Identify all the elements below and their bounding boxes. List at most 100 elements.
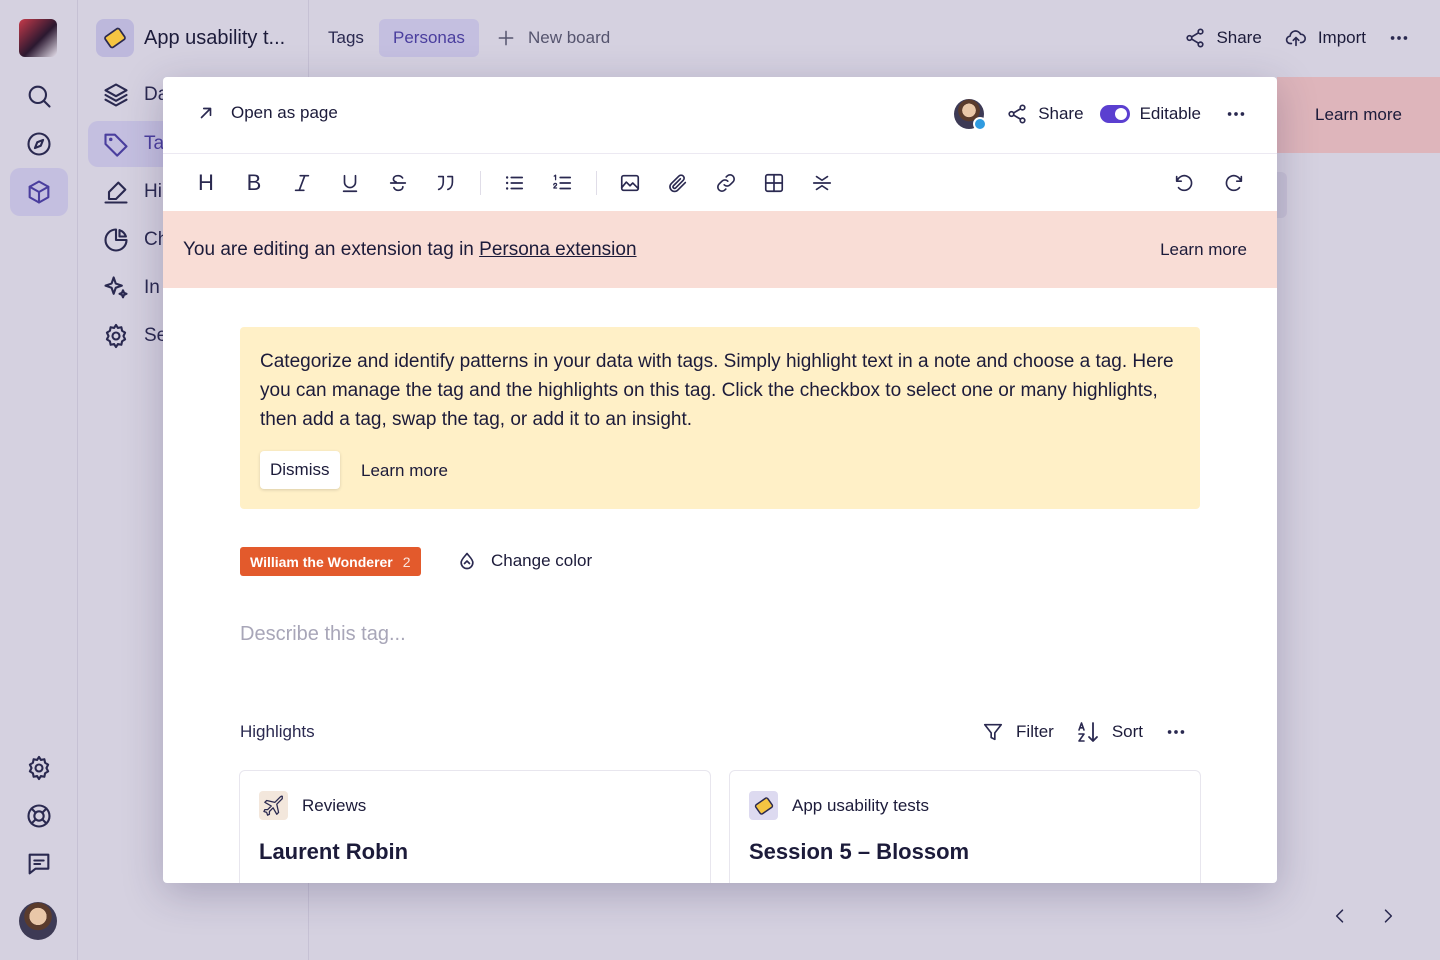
image-icon — [620, 174, 640, 192]
highlight-card[interactable]: Reviews Laurent Robin — [239, 770, 711, 883]
heading-button[interactable]: H — [192, 169, 220, 197]
extension-banner: You are editing an extension tag in Pers… — [163, 211, 1277, 288]
paperclip-icon — [669, 174, 687, 193]
share-icon — [1186, 28, 1205, 48]
user-avatar[interactable] — [19, 902, 57, 940]
attachment-button[interactable] — [664, 169, 692, 197]
link-button[interactable] — [712, 169, 740, 197]
extension-learn-more-link[interactable]: Learn more — [1160, 240, 1247, 260]
layers-icon — [104, 83, 128, 107]
compass-icon — [27, 132, 51, 156]
toolbar-divider — [480, 171, 481, 195]
tag-icon — [104, 133, 128, 157]
new-board-button[interactable]: New board — [496, 19, 610, 57]
share-button[interactable]: Share — [1184, 27, 1262, 49]
extension-banner-text: You are editing an extension tag in — [183, 239, 480, 260]
share-label: Share — [1216, 28, 1262, 47]
highlights-more-button[interactable] — [1165, 721, 1187, 743]
bullet-list-button[interactable] — [500, 169, 528, 197]
underline-button[interactable] — [336, 169, 364, 197]
workspace-logo[interactable] — [19, 19, 57, 57]
table-icon — [764, 173, 784, 193]
settings-button[interactable] — [10, 744, 68, 792]
numbered-list-button[interactable] — [548, 169, 576, 197]
collaborator-avatar[interactable] — [954, 99, 988, 131]
modal-share-button[interactable]: Share — [1006, 103, 1084, 125]
search-button[interactable] — [10, 72, 68, 120]
more-horizontal-icon — [1167, 730, 1185, 734]
info-text: Categorize and identify patterns in your… — [260, 351, 1174, 430]
extension-banner-message: You are editing an extension tag in Pers… — [183, 239, 637, 261]
open-as-page-button[interactable]: Open as page — [197, 103, 338, 123]
toolbar-divider — [596, 171, 597, 195]
lifebuoy-icon — [27, 804, 51, 828]
highlights-actions: Filter Sort — [982, 720, 1187, 744]
strikethrough-button[interactable] — [384, 169, 412, 197]
change-color-label: Change color — [491, 551, 593, 570]
undo-button[interactable] — [1170, 169, 1198, 197]
import-button[interactable]: Import — [1284, 27, 1366, 49]
redo-button[interactable] — [1220, 169, 1248, 197]
cloud-upload-icon — [1285, 30, 1306, 47]
toggle-switch[interactable] — [1099, 105, 1130, 123]
more-button[interactable] — [1388, 27, 1410, 49]
change-color-button[interactable]: Change color — [457, 551, 592, 571]
more-horizontal-icon — [1390, 36, 1408, 40]
link-icon — [717, 174, 735, 192]
feedback-button[interactable] — [10, 840, 68, 888]
cube-icon — [28, 180, 50, 204]
sidebar-item-label: Ta — [144, 133, 165, 154]
ticket-icon — [749, 791, 778, 820]
left-rail — [0, 0, 78, 960]
plus-icon — [498, 30, 514, 46]
italic-button[interactable] — [288, 169, 316, 197]
gear-icon — [105, 323, 127, 349]
image-button[interactable] — [616, 169, 644, 197]
chevron-left-icon[interactable] — [1330, 906, 1350, 926]
redo-icon — [1225, 174, 1243, 192]
bold-button[interactable]: B — [240, 169, 268, 197]
new-board-label: New board — [528, 28, 611, 47]
filter-button[interactable]: Filter — [982, 721, 1054, 743]
help-button[interactable] — [10, 792, 68, 840]
quote-button[interactable] — [432, 169, 460, 197]
background-learn-more[interactable]: Learn more — [1277, 77, 1440, 153]
info-callout: Categorize and identify patterns in your… — [240, 327, 1200, 509]
tab-tags[interactable]: Tags — [314, 19, 378, 57]
background-panel-edge — [1277, 172, 1287, 218]
discover-button[interactable] — [10, 120, 68, 168]
tag-modal: Open as page Share Editable H B You are … — [163, 77, 1277, 883]
highlight-card[interactable]: App usability tests Session 5 – Blossom — [729, 770, 1201, 883]
tag-description-input[interactable]: Describe this tag... — [240, 623, 406, 646]
highlights-heading: Highlights — [240, 722, 315, 741]
dismiss-button[interactable]: Dismiss — [260, 451, 340, 489]
project-header[interactable]: App usability t... — [96, 19, 285, 57]
table-button[interactable] — [760, 169, 788, 197]
highlighter-icon — [104, 181, 128, 204]
import-label: Import — [1317, 28, 1366, 47]
modal-header-actions: Share Editable — [954, 99, 1247, 131]
modal-share-label: Share — [1038, 104, 1084, 123]
highlight-source-name: App usability tests — [792, 795, 930, 815]
persona-extension-link[interactable]: Persona extension — [479, 239, 636, 260]
pie-chart-icon — [104, 228, 128, 252]
arrow-up-right-icon — [200, 107, 212, 119]
project-title: App usability t... — [144, 26, 286, 49]
chevron-right-icon[interactable] — [1378, 906, 1398, 926]
highlight-source-name: Reviews — [302, 795, 367, 815]
underline-icon — [342, 174, 358, 193]
more-horizontal-icon — [1227, 112, 1245, 116]
editable-toggle[interactable]: Editable — [1099, 104, 1201, 124]
numbered-list-icon — [553, 174, 572, 190]
share-icon — [1008, 104, 1026, 124]
tag-count: 2 — [402, 553, 411, 570]
modal-header: Open as page Share Editable — [163, 77, 1277, 154]
divider-button[interactable] — [808, 169, 836, 197]
modal-more-button[interactable] — [1225, 103, 1247, 125]
projects-button[interactable] — [10, 168, 68, 216]
tag-chip[interactable]: William the Wonderer 2 — [240, 547, 421, 576]
tab-personas[interactable]: Personas — [379, 19, 479, 57]
info-learn-more-link[interactable]: Learn more — [361, 461, 448, 481]
droplet-icon — [460, 552, 474, 570]
sort-button[interactable]: Sort — [1076, 720, 1143, 744]
